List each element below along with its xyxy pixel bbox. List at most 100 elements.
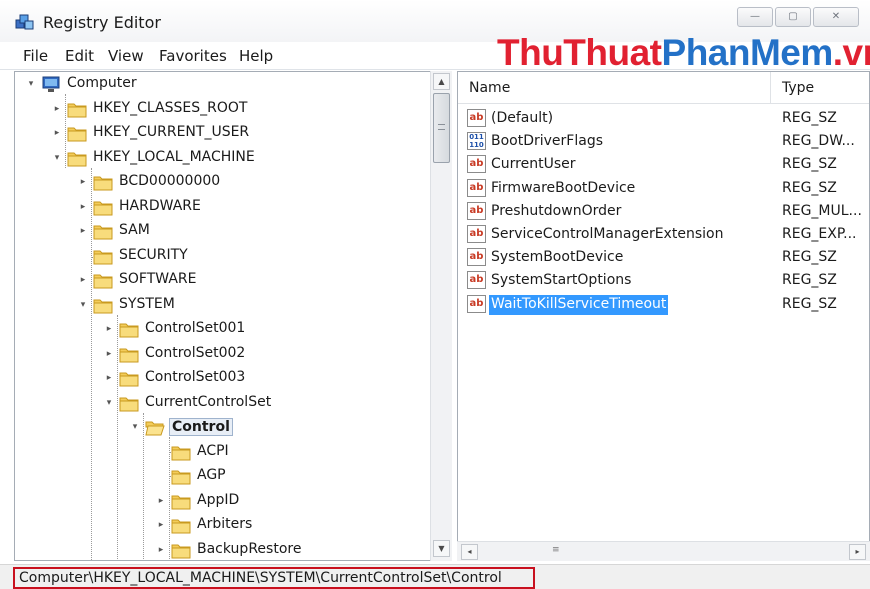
tree-vertical-scrollbar[interactable]: ▲ ▼ <box>430 71 452 561</box>
scroll-right-arrow[interactable]: ▸ <box>849 544 866 560</box>
string-value-icon: ab <box>467 294 486 313</box>
tree-node-label[interactable]: CurrentControlSet <box>143 394 273 410</box>
expander-none <box>155 445 167 459</box>
tree-node-label[interactable]: SYSTEM <box>117 296 177 312</box>
tree-node-label[interactable]: SAM <box>117 222 152 238</box>
expander-collapsed-icon[interactable]: ▸ <box>103 347 115 361</box>
value-type: REG_SZ <box>782 179 837 196</box>
tree-node-label[interactable]: HKEY_CURRENT_USER <box>91 124 251 140</box>
value-row[interactable]: ab FirmwareBootDevice REG_SZ <box>458 177 869 200</box>
folder-icon <box>93 223 113 240</box>
value-row[interactable]: ab PreshutdownOrder REG_MUL... <box>458 200 869 223</box>
column-divider[interactable] <box>770 72 771 104</box>
list-header: Name Type <box>458 72 869 104</box>
expander-collapsed-icon[interactable]: ▸ <box>77 224 89 238</box>
expander-collapsed-icon[interactable]: ▸ <box>155 543 167 557</box>
scroll-thumb[interactable] <box>433 93 450 163</box>
tree-node-label[interactable]: HARDWARE <box>117 198 203 214</box>
value-type: REG_EXP... <box>782 226 857 242</box>
values-list[interactable]: Name Type ab (Default) REG_SZ 011 110 BootDri… <box>457 71 870 561</box>
scroll-up-arrow[interactable]: ▲ <box>433 73 450 90</box>
expander-collapsed-icon[interactable]: ▸ <box>155 494 167 508</box>
menu-help[interactable]: Help <box>239 47 273 65</box>
tree-connector <box>169 437 170 560</box>
tree-node-label[interactable]: ControlSet002 <box>143 345 247 361</box>
folder-icon <box>119 321 139 338</box>
tree-node-label[interactable]: ControlSet001 <box>143 320 247 336</box>
tree-node-label[interactable]: Arbiters <box>195 516 254 532</box>
expander-expanded-icon[interactable]: ▾ <box>103 396 115 410</box>
value-name[interactable]: ServiceControlManagerExtension <box>489 225 725 245</box>
expander-collapsed-icon[interactable]: ▸ <box>103 371 115 385</box>
value-name[interactable]: WaitToKillServiceTimeout <box>489 294 669 315</box>
scroll-grip-icon: ≡ <box>552 545 560 555</box>
window-title: Registry Editor <box>43 13 161 32</box>
watermark-part-1: ThuThuat <box>497 32 662 73</box>
tree-node-label[interactable]: BackupRestore <box>195 541 303 557</box>
value-row[interactable]: ab SystemBootDevice REG_SZ <box>458 246 869 269</box>
list-horizontal-scrollbar[interactable]: ◂ ≡ ▸ <box>457 541 870 561</box>
tree-node-label[interactable]: AppID <box>195 492 241 508</box>
registry-editor-icon <box>15 14 34 30</box>
value-type: REG_MUL... <box>782 202 862 219</box>
expander-expanded-icon[interactable]: ▾ <box>51 151 63 165</box>
tree-node-label[interactable]: Control <box>169 418 233 436</box>
value-row[interactable]: ab (Default) REG_SZ <box>458 107 869 130</box>
expander-collapsed-icon[interactable]: ▸ <box>155 518 167 532</box>
menu-view[interactable]: View <box>108 47 144 65</box>
folder-icon <box>67 101 87 118</box>
close-button[interactable]: ✕ <box>813 7 859 27</box>
expander-expanded-icon[interactable]: ▾ <box>25 77 37 91</box>
folder-icon <box>171 468 191 485</box>
registry-tree[interactable]: ▾ Computer ▸ HKEY_CLASSES_ROOT ▸ HKEY_CURRENT… <box>14 71 452 561</box>
expander-collapsed-icon[interactable]: ▸ <box>77 175 89 189</box>
folder-open-icon <box>145 419 165 436</box>
scroll-left-arrow[interactable]: ◂ <box>461 544 478 560</box>
folder-icon <box>67 150 87 167</box>
tree-node-label[interactable]: Computer <box>65 75 139 91</box>
expander-collapsed-icon[interactable]: ▸ <box>77 200 89 214</box>
minimize-button[interactable]: — <box>737 7 773 27</box>
value-name[interactable]: (Default) <box>489 109 555 129</box>
value-row[interactable]: ab CurrentUser REG_SZ <box>458 153 869 176</box>
scroll-down-arrow[interactable]: ▼ <box>433 540 450 557</box>
expander-collapsed-icon[interactable]: ▸ <box>103 322 115 336</box>
status-bar: Computer\HKEY_LOCAL_MACHINE\SYSTEM\Curre… <box>0 564 870 589</box>
tree-node-label[interactable]: HKEY_CLASSES_ROOT <box>91 100 249 116</box>
string-value-icon: ab <box>467 248 486 267</box>
value-name[interactable]: PreshutdownOrder <box>489 202 623 222</box>
value-row[interactable]: 011 110 BootDriverFlags REG_DW... <box>458 130 869 153</box>
tree-node-label[interactable]: ACPI <box>195 443 231 459</box>
tree-node-label[interactable]: SECURITY <box>117 247 190 263</box>
status-path: Computer\HKEY_LOCAL_MACHINE\SYSTEM\Curre… <box>19 570 502 586</box>
value-row[interactable]: ab WaitToKillServiceTimeout REG_SZ <box>458 293 869 316</box>
value-name[interactable]: SystemBootDevice <box>489 248 625 268</box>
expander-collapsed-icon[interactable]: ▸ <box>51 126 63 140</box>
folder-icon <box>119 395 139 412</box>
value-name[interactable]: SystemStartOptions <box>489 271 633 291</box>
string-value-icon: ab <box>467 109 486 127</box>
expander-collapsed-icon[interactable]: ▸ <box>77 273 89 287</box>
tree-node-label[interactable]: BCD00000000 <box>117 173 222 189</box>
string-value-icon: ab <box>467 225 486 243</box>
value-name[interactable]: CurrentUser <box>489 155 578 175</box>
value-name[interactable]: FirmwareBootDevice <box>489 179 637 199</box>
value-row[interactable]: ab SystemStartOptions REG_SZ <box>458 269 869 292</box>
expander-expanded-icon[interactable]: ▾ <box>129 420 141 434</box>
expander-expanded-icon[interactable]: ▾ <box>77 298 89 312</box>
tree-node-label[interactable]: HKEY_LOCAL_MACHINE <box>91 149 257 165</box>
value-name[interactable]: BootDriverFlags <box>489 132 605 152</box>
tree-node-label[interactable]: ControlSet003 <box>143 369 247 385</box>
menu-favorites[interactable]: Favorites <box>159 47 227 65</box>
value-row[interactable]: ab ServiceControlManagerExtension REG_EXP.… <box>458 223 869 246</box>
tree-node-label[interactable]: SOFTWARE <box>117 271 199 287</box>
column-header-type[interactable]: Type <box>782 80 814 96</box>
expander-collapsed-icon[interactable]: ▸ <box>51 102 63 116</box>
tree-node-label[interactable]: AGP <box>195 467 228 483</box>
menu-file[interactable]: File <box>23 47 48 65</box>
tree-connector <box>91 168 92 560</box>
folder-icon <box>93 248 113 265</box>
menu-edit[interactable]: Edit <box>65 47 94 65</box>
column-header-name[interactable]: Name <box>469 80 510 96</box>
maximize-button[interactable]: ▢ <box>775 7 811 27</box>
